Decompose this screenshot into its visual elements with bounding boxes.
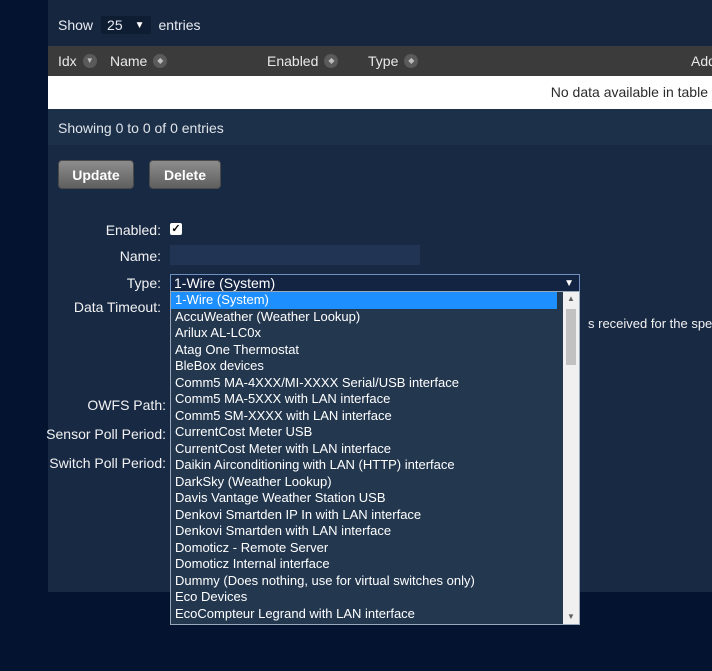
empty-message: No data available in table [550,84,708,100]
table-info-bar: Showing 0 to 0 of 0 entries [48,109,712,145]
dropdown-option[interactable]: AccuWeather (Weather Lookup) [171,309,557,326]
dropdown-option[interactable]: Comm5 SM-XXXX with LAN interface [171,408,557,425]
dropdown-option[interactable]: Domoticz - Remote Server [171,540,557,557]
enabled-checkbox[interactable]: ✓ [170,223,182,235]
table-info: Showing 0 to 0 of 0 entries [58,120,224,136]
type-label: Type: [126,275,161,291]
dropdown-option[interactable]: BleBox devices [171,358,557,375]
scrollbar-thumb[interactable] [566,309,576,365]
column-type[interactable]: Type ◆ [368,46,419,76]
page-length-value: 25 [107,17,123,33]
dropdown-option[interactable]: Domoticz Internal interface [171,556,557,573]
dropdown-option[interactable]: Denkovi Smartden with LAN interface [171,523,557,540]
dropdown-option[interactable]: Dummy (Does nothing, use for virtual swi… [171,573,557,590]
delete-button[interactable]: Delete [149,160,221,189]
data-timeout-label: Data Timeout: [73,299,161,315]
sort-icon[interactable]: ◆ [153,54,168,68]
dropdown-option[interactable]: Comm5 MA-5XXX with LAN interface [171,391,557,408]
type-select-value: 1-Wire (System) [174,275,276,291]
length-menu: Show 25 ▼ entries [58,16,201,34]
switch-poll-label: Switch Poll Period: [49,455,166,471]
dropdown-option[interactable]: Denkovi Smartden IP In with LAN interfac… [171,507,557,524]
column-enabled[interactable]: Enabled ◆ [267,46,339,76]
sort-icon[interactable]: ▼ [82,54,97,68]
dropdown-option[interactable]: Atag One Thermostat [171,342,557,359]
timeout-hint: s received for the spec [588,316,712,331]
dropdown-option[interactable]: Arilux AL-LC0x [171,325,557,342]
dropdown-option[interactable]: EcoCompteur Legrand with LAN interface [171,606,557,623]
type-dropdown-list[interactable]: 1-Wire (System) AccuWeather (Weather Loo… [170,291,580,625]
table-header: Idx ▼ Name ◆ Enabled ◆ Type ◆ Add [48,46,712,76]
dropdown-scrollbar[interactable]: ▲ ▼ [563,292,579,624]
owfs-path-label: OWFS Path: [87,397,166,413]
update-button[interactable]: Update [58,160,134,189]
length-menu-suffix: entries [158,17,201,33]
name-input[interactable] [170,245,420,265]
scroll-up-icon[interactable]: ▲ [563,292,579,306]
dropdown-option[interactable]: CurrentCost Meter with LAN interface [171,441,557,458]
table-empty-row: No data available in table [48,76,712,109]
column-name[interactable]: Name ◆ [110,46,168,76]
column-idx[interactable]: Idx ▼ [58,46,97,76]
dropdown-option[interactable]: Eco Devices [171,589,557,606]
dropdown-option[interactable]: CurrentCost Meter USB [171,424,557,441]
page-length-select[interactable]: 25 ▼ [101,16,151,34]
sort-icon[interactable]: ◆ [324,54,339,68]
column-address[interactable]: Add [691,46,712,76]
name-label: Name: [119,248,161,264]
dropdown-option[interactable]: DarkSky (Weather Lookup) [171,474,557,491]
dropdown-option[interactable]: Daikin Airconditioning with LAN (HTTP) i… [171,457,557,474]
chevron-down-icon: ▼ [134,19,145,31]
sensor-poll-label: Sensor Poll Period: [46,426,166,442]
chevron-down-icon: ▼ [564,278,574,289]
dropdown-option[interactable]: Comm5 MA-4XXX/MI-XXXX Serial/USB interfa… [171,375,557,392]
sort-icon[interactable]: ◆ [404,54,419,68]
enabled-label: Enabled: [105,222,161,238]
length-menu-prefix: Show [58,17,94,33]
dropdown-option[interactable]: 1-Wire (System) [171,292,557,309]
scroll-down-icon[interactable]: ▼ [563,610,579,624]
dropdown-option[interactable]: Davis Vantage Weather Station USB [171,490,557,507]
